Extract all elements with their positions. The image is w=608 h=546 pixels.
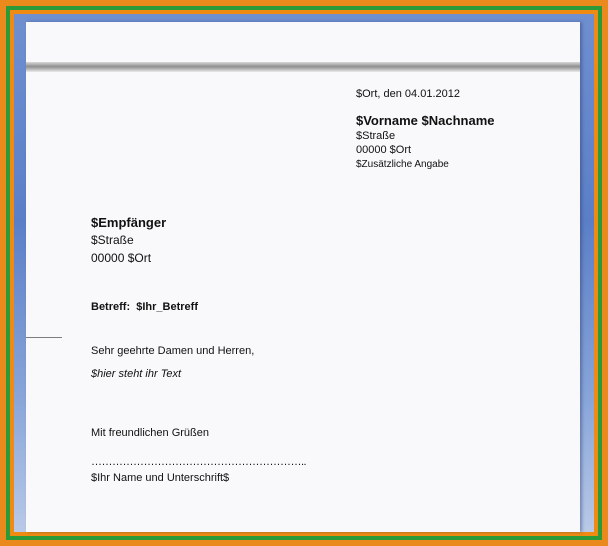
header-divider-band [26,62,580,72]
subject-line: Betreff: $Ihr_Betreff [91,301,198,313]
signature-line: …………………………………………………….. [91,456,307,468]
recipient-name: $Empfänger [91,215,167,230]
sender-city: 00000 $Ort [356,144,412,156]
recipient-street: $Straße [91,233,134,247]
salutation: Sehr geehrte Damen und Herren, [91,345,255,357]
sender-extra: $Zusätzliche Angabe [356,159,449,170]
recipient-city: 00000 $Ort [91,251,152,265]
sender-street: $Straße [356,130,396,142]
sender-name: $Vorname $Nachname [356,113,495,128]
letter-page: $Ort, den 04.01.2012 $Vorname $Nachname … [26,22,580,532]
fold-mark [26,337,62,338]
subject-label: Betreff: [91,301,131,313]
body-text: $hier steht ihr Text [91,368,182,380]
signature-caption: $Ihr Name und Unterschrift$ [91,472,230,484]
closing: Mit freundlichen Grüßen [91,427,209,439]
place-date: $Ort, den 04.01.2012 [356,88,460,100]
subject-value: $Ihr_Betreff [136,301,198,313]
